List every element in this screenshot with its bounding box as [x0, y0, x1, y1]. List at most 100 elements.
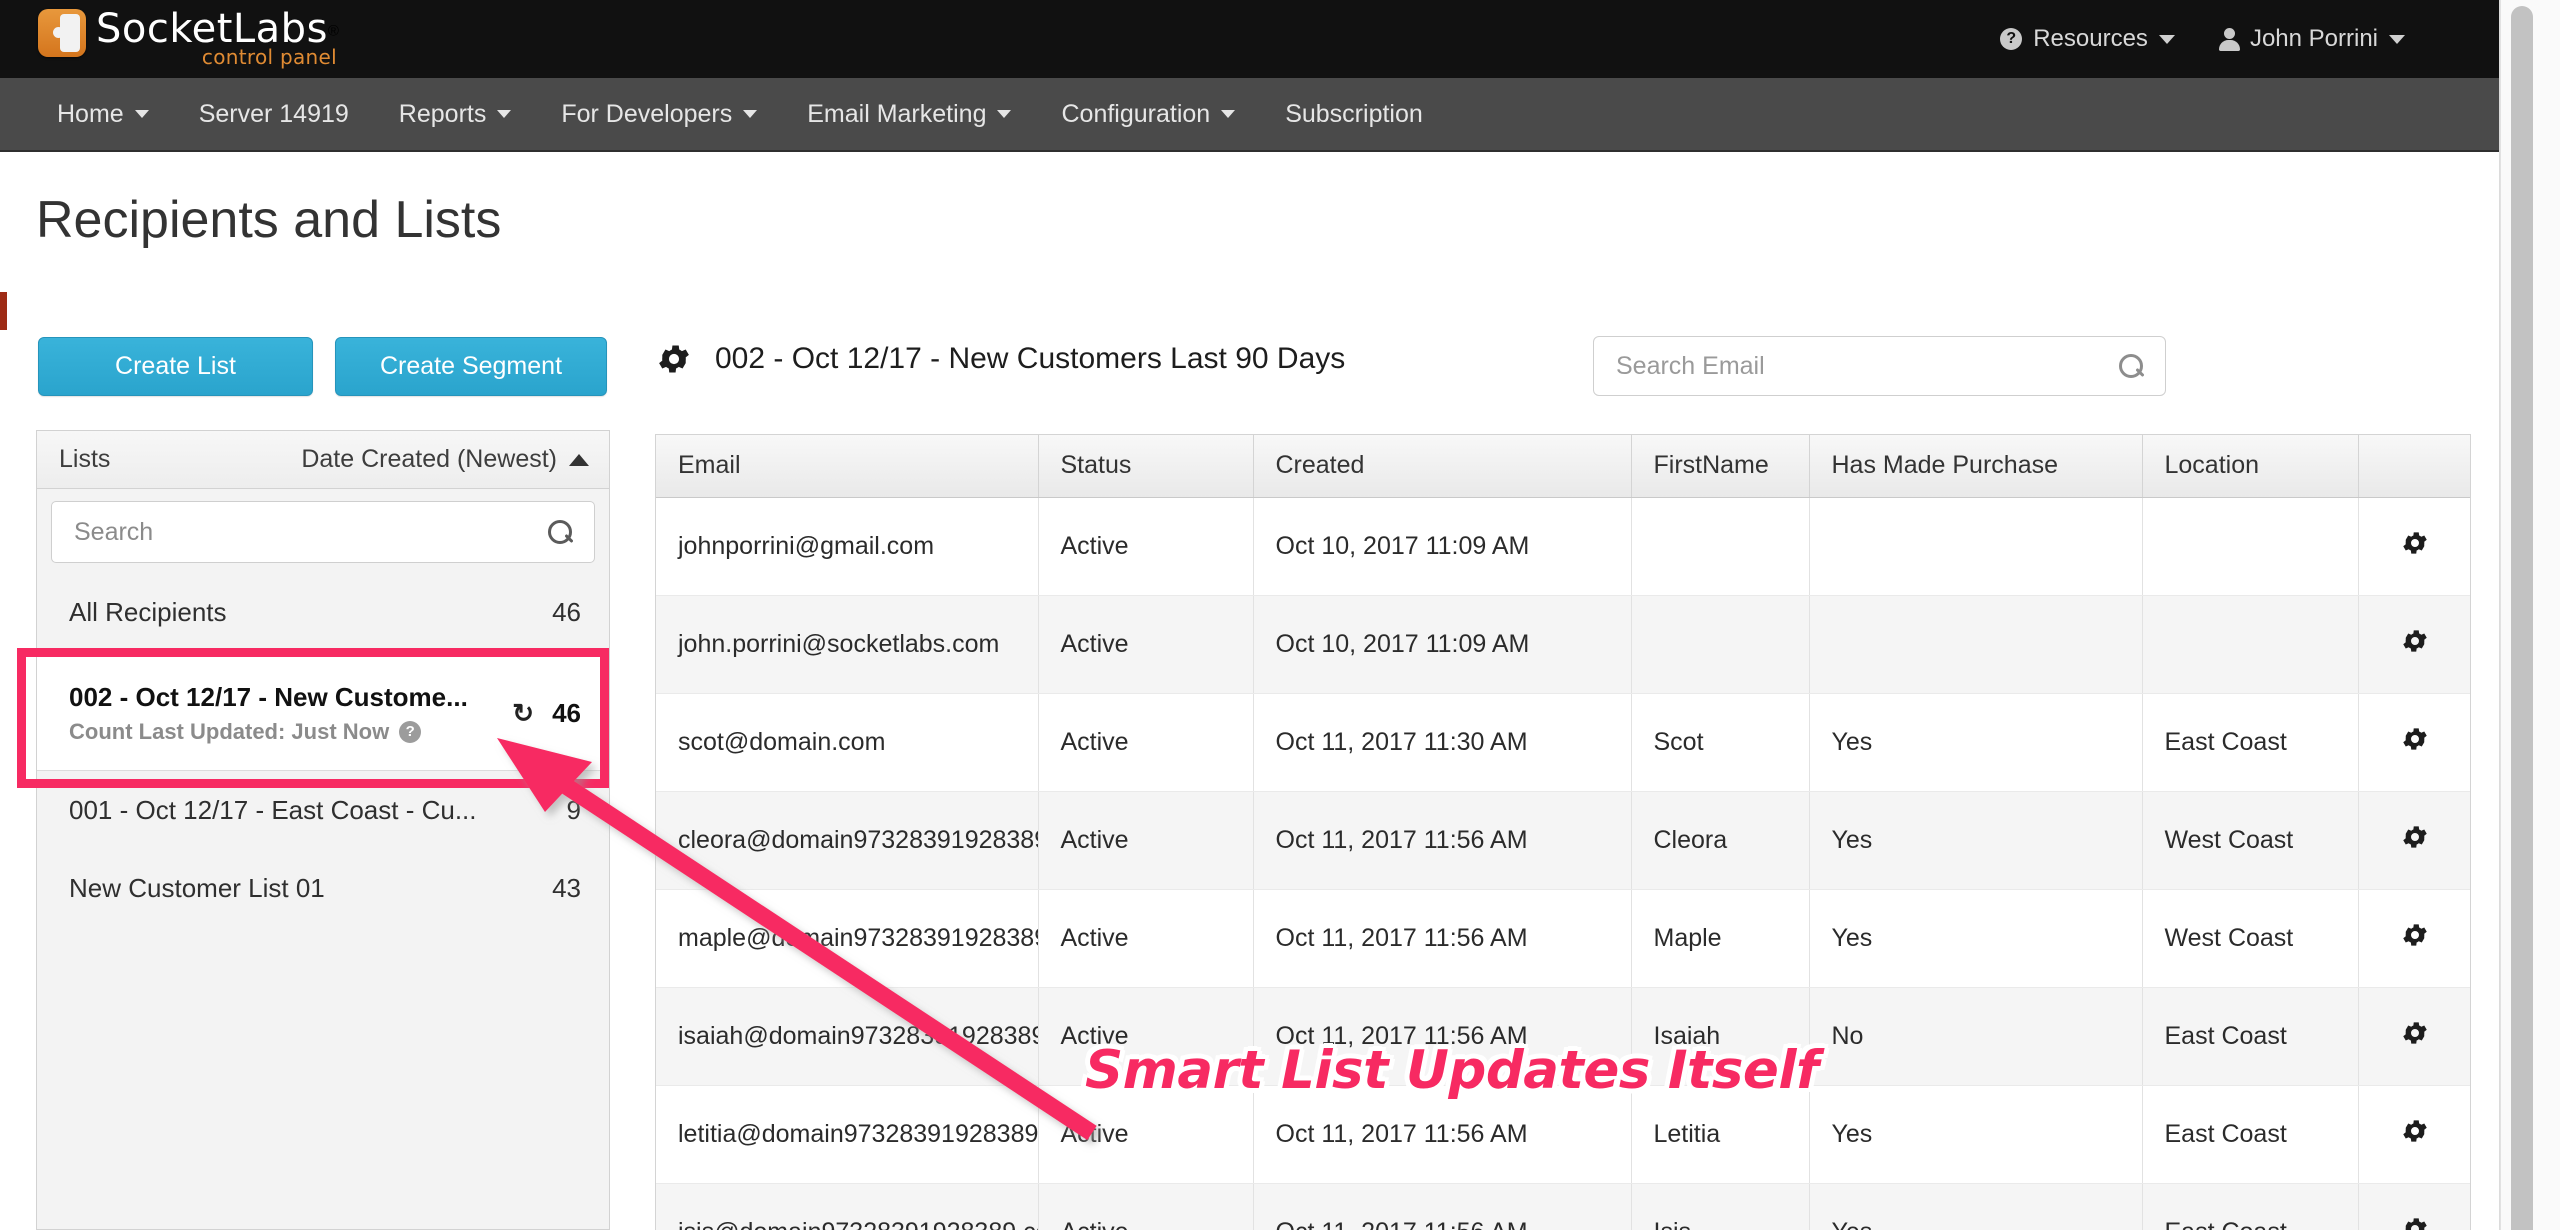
socketlabs-logo[interactable]: SocketLabs® control panel [38, 5, 339, 69]
nav-item-email-marketing[interactable]: Email Marketing [782, 100, 1036, 129]
lists-search-box[interactable] [51, 501, 595, 563]
page-title: Recipients and Lists [36, 191, 502, 249]
gear-icon[interactable] [2400, 724, 2430, 754]
table-row[interactable]: cleora@domain97328391928389.com Active O… [656, 791, 2470, 890]
cell-created: Oct 11, 2017 11:56 AM [1253, 791, 1632, 890]
lists-search-input[interactable] [74, 517, 548, 547]
lists-sidebar: Lists Date Created (Newest) All Recipien… [36, 430, 610, 1230]
lists-sort-control[interactable]: Date Created (Newest) [301, 445, 589, 474]
cell-location [2142, 595, 2359, 694]
nav-item-label: Email Marketing [807, 99, 987, 128]
sidebar-item-list-001[interactable]: 001 - Oct 12/17 - East Coast - Cu... 9 [37, 771, 609, 849]
cell-status: Active [1038, 1085, 1254, 1184]
nav-item-label: Reports [398, 99, 487, 128]
list-item-subtitle-wrap: Count Last Updated: Just Now ? [69, 719, 468, 745]
lists-header-label: Lists [59, 445, 111, 473]
column-header-email[interactable]: Email [656, 435, 1039, 498]
table-row[interactable]: johnporrini@gmail.com Active Oct 10, 201… [656, 497, 2470, 596]
cell-email: scot@domain.com [656, 693, 1039, 792]
sidebar-item-new-customer-list-01[interactable]: New Customer List 01 43 [37, 849, 609, 927]
nav-item-label: Configuration [1061, 99, 1211, 128]
nav-item-label: Home [57, 99, 124, 128]
gear-icon[interactable] [655, 340, 693, 378]
cell-status: Active [1038, 595, 1254, 694]
lists-sort-label: Date Created (Newest) [301, 445, 557, 473]
search-icon[interactable] [2119, 354, 2143, 378]
cell-row-actions[interactable] [2358, 693, 2470, 792]
cell-created: Oct 10, 2017 11:09 AM [1253, 497, 1632, 596]
table-row[interactable]: maple@domain97328391928389.com Active Oc… [656, 889, 2470, 988]
nav-item-server[interactable]: Server 14919 [174, 100, 374, 129]
cell-has-made-purchase: Yes [1809, 693, 2143, 792]
resources-menu[interactable]: ? Resources [2000, 25, 2175, 53]
table-head: Email Status Created FirstName Has Made … [656, 435, 2470, 498]
cell-has-made-purchase: No [1809, 987, 2143, 1086]
table-row[interactable]: john.porrini@socketlabs.com Active Oct 1… [656, 595, 2470, 694]
gear-icon[interactable] [2400, 1116, 2430, 1146]
gear-icon[interactable] [2400, 1018, 2430, 1048]
column-header-firstname[interactable]: FirstName [1631, 435, 1810, 498]
cell-status: Active [1038, 889, 1254, 988]
gear-icon[interactable] [2400, 920, 2430, 950]
cell-row-actions[interactable] [2358, 889, 2470, 988]
cell-row-actions[interactable] [2358, 987, 2470, 1086]
table-row[interactable]: letitia@domain97328391928389.com Active … [656, 1085, 2470, 1184]
chevron-down-icon [997, 110, 1012, 118]
gear-icon[interactable] [2400, 1214, 2430, 1230]
column-header-created[interactable]: Created [1253, 435, 1632, 498]
nav-item-configuration[interactable]: Configuration [1036, 100, 1260, 129]
cell-location: East Coast [2142, 1085, 2359, 1184]
cell-firstname: Maple [1631, 889, 1810, 988]
cell-created: Oct 11, 2017 11:56 AM [1253, 1085, 1632, 1184]
gear-icon[interactable] [2400, 822, 2430, 852]
cell-firstname [1631, 497, 1810, 596]
browser-scrollbar[interactable] [2500, 0, 2560, 1230]
cell-created: Oct 10, 2017 11:09 AM [1253, 595, 1632, 694]
email-search-box[interactable] [1593, 336, 2166, 396]
list-item-label: All Recipients [69, 597, 227, 627]
help-circle-icon[interactable]: ? [399, 720, 422, 743]
top-header-bar: SocketLabs® control panel ? Resources Jo… [0, 0, 2500, 78]
chevron-down-icon [1221, 110, 1236, 118]
search-icon[interactable] [548, 520, 572, 544]
sidebar-item-all-recipients[interactable]: All Recipients 46 [37, 573, 609, 651]
gear-icon[interactable] [2400, 626, 2430, 656]
column-header-has-made-purchase[interactable]: Has Made Purchase [1809, 435, 2143, 498]
nav-item-reports[interactable]: Reports [374, 100, 537, 129]
cell-firstname: Cleora [1631, 791, 1810, 890]
cell-row-actions[interactable] [2358, 1085, 2470, 1184]
scrollbar-thumb[interactable] [2511, 6, 2533, 1230]
nav-item-home[interactable]: Home [32, 100, 174, 129]
cell-row-actions[interactable] [2358, 497, 2470, 596]
user-menu[interactable]: John Porrini [2218, 25, 2405, 53]
selected-list-header: 002 - Oct 12/17 - New Customers Last 90 … [655, 340, 1345, 378]
table-body: johnporrini@gmail.com Active Oct 10, 201… [656, 497, 2470, 1230]
cell-location: West Coast [2142, 889, 2359, 988]
cell-has-made-purchase [1809, 497, 2143, 596]
create-segment-button[interactable]: Create Segment [335, 337, 607, 396]
list-item-count: 46 [552, 697, 581, 728]
nav-item-label: For Developers [561, 99, 733, 128]
nav-item-for-developers[interactable]: For Developers [536, 100, 782, 129]
logo-registered-mark: ® [327, 22, 339, 40]
table-row[interactable]: isaiah@domain97328391928389.com Active O… [656, 987, 2470, 1086]
chevron-down-icon [2389, 34, 2405, 44]
cell-row-actions[interactable] [2358, 791, 2470, 890]
table-row[interactable]: scot@domain.com Active Oct 11, 2017 11:3… [656, 693, 2470, 792]
column-header-location[interactable]: Location [2142, 435, 2359, 498]
email-search-input[interactable] [1616, 351, 2119, 381]
cell-firstname: Scot [1631, 693, 1810, 792]
sidebar-item-smart-list-002[interactable]: 002 - Oct 12/17 - New Custome... Count L… [37, 651, 609, 771]
column-header-status[interactable]: Status [1038, 435, 1254, 498]
recipients-table-container: Email Status Created FirstName Has Made … [655, 434, 2471, 1230]
cell-firstname: Letitia [1631, 1085, 1810, 1184]
refresh-icon[interactable]: ↻ [512, 698, 534, 729]
list-item-count: 46 [552, 597, 581, 627]
cell-row-actions[interactable] [2358, 1183, 2470, 1230]
nav-item-subscription[interactable]: Subscription [1260, 100, 1448, 129]
table-row[interactable]: isis@domain97328391928389.com Active Oct… [656, 1183, 2470, 1230]
cell-row-actions[interactable] [2358, 595, 2470, 694]
gear-icon[interactable] [2400, 528, 2430, 558]
create-list-button[interactable]: Create List [38, 337, 313, 396]
cell-email: letitia@domain97328391928389.com [656, 1085, 1039, 1184]
